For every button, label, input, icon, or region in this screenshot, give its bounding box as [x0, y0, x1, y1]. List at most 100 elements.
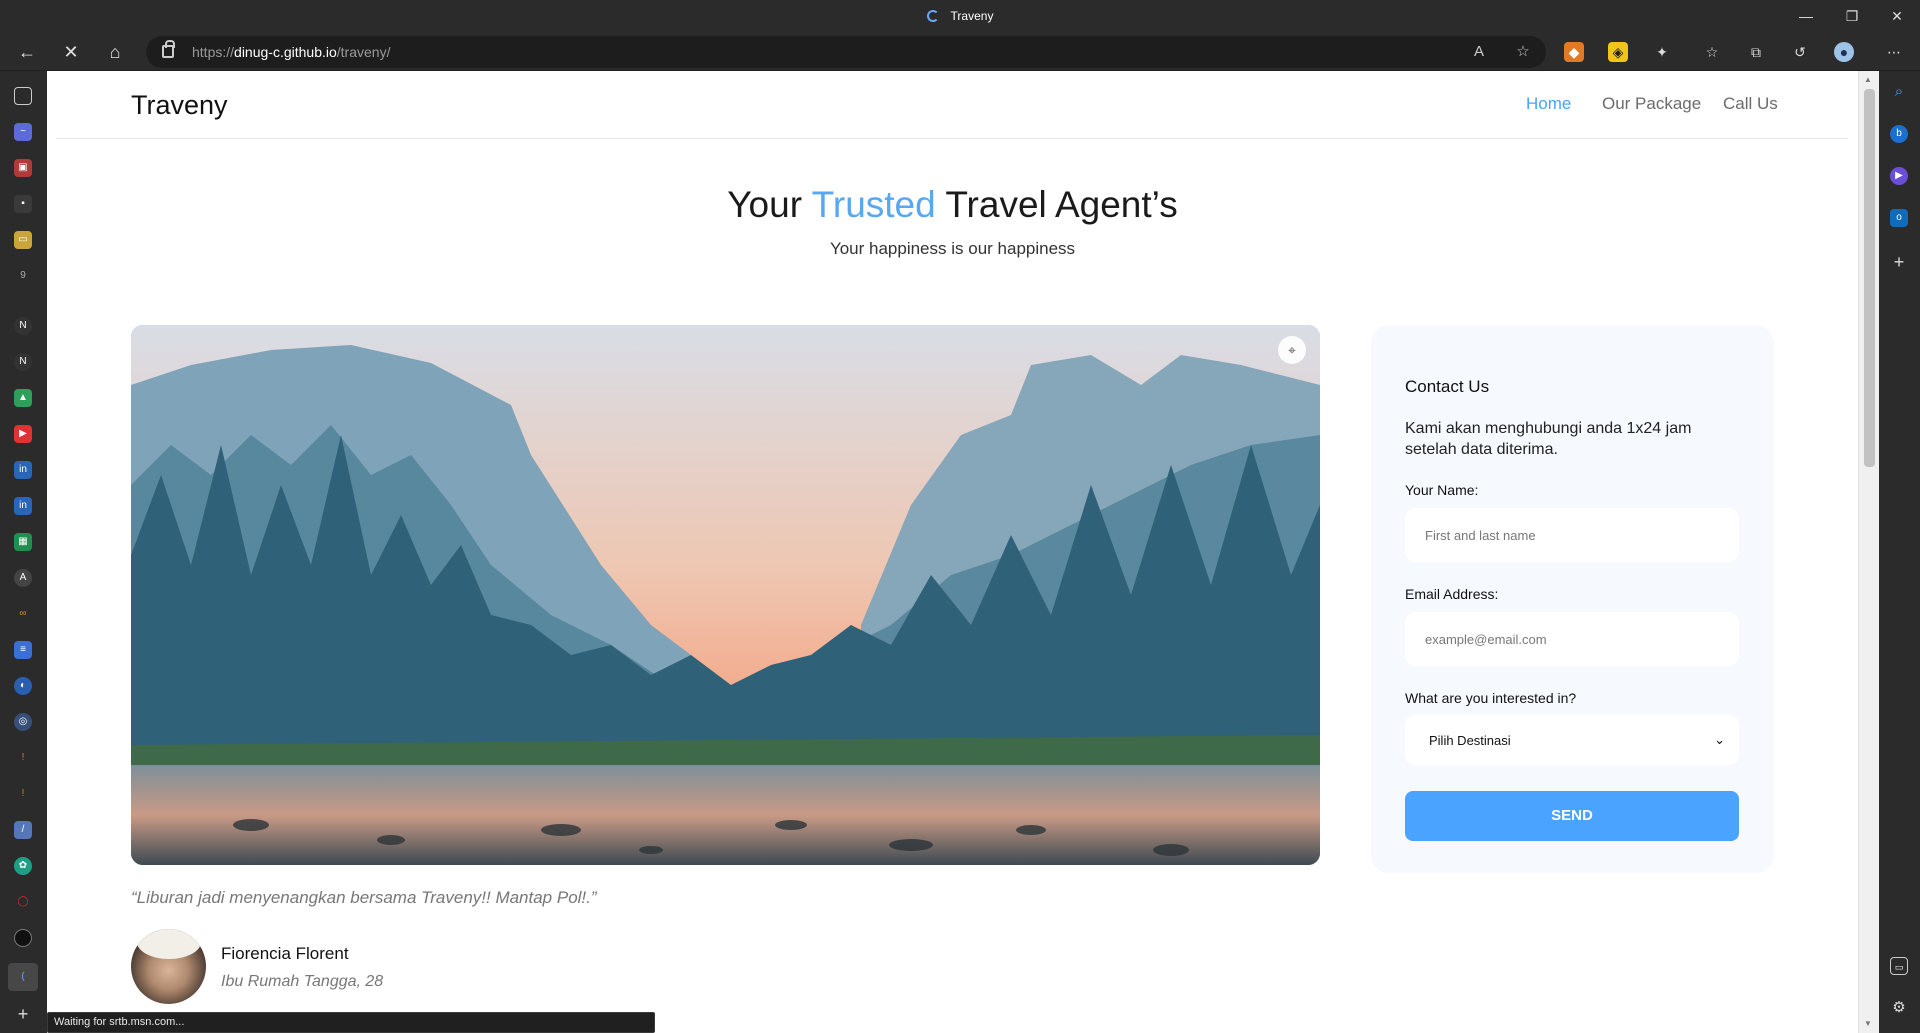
- linkedin-tab-icon[interactable]: in: [14, 461, 32, 479]
- contact-heading: Contact Us: [1405, 377, 1490, 396]
- google-drive-tab-icon[interactable]: ▲: [14, 389, 32, 407]
- favorites-icon[interactable]: ☆: [1702, 42, 1722, 62]
- url-text: https://dinug-c.github.io/traveny/: [192, 44, 390, 60]
- interest-label: What are you interested in?: [1405, 690, 1577, 706]
- tab-icon[interactable]: 9: [14, 267, 32, 285]
- tab-icon[interactable]: ◎: [14, 713, 32, 731]
- tab-icon[interactable]: N: [14, 317, 32, 335]
- site-navbar: Traveny Home Our Package Call Us: [56, 71, 1848, 139]
- tab-icon[interactable]: ▭: [14, 231, 32, 249]
- tab-icon[interactable]: /: [14, 821, 32, 839]
- lock-icon: [162, 40, 175, 58]
- browser-toolbar: ← ✕ ⌂ https://dinug-c.github.io/traveny/…: [0, 33, 1920, 71]
- binance-extension-icon[interactable]: ◈: [1608, 42, 1628, 62]
- url-path: /traveny/: [336, 44, 391, 60]
- browser-title-bar: Traveny — ❐ ✕: [0, 0, 1920, 33]
- testimonial-avatar: [131, 929, 206, 1004]
- search-icon[interactable]: ⌕: [1890, 83, 1908, 101]
- sidebar-layout-icon[interactable]: ▭: [1890, 957, 1908, 975]
- games-icon[interactable]: ▶: [1890, 167, 1908, 185]
- linkedin-tab-icon[interactable]: in: [14, 497, 32, 515]
- youtube-tab-icon[interactable]: ▶: [14, 425, 32, 443]
- chatgpt-tab-icon[interactable]: ✿: [14, 857, 32, 875]
- profile-avatar[interactable]: ●: [1834, 42, 1854, 62]
- favorite-add-icon[interactable]: ☆: [1514, 43, 1532, 61]
- docs-tab-icon[interactable]: ≡: [14, 641, 32, 659]
- name-label: Your Name:: [1405, 482, 1479, 498]
- gear-icon: ⚙: [1892, 999, 1906, 1016]
- name-placeholder: First and last name: [1425, 528, 1536, 543]
- tab-icon[interactable]: [14, 929, 32, 947]
- tab-icon[interactable]: N: [14, 353, 32, 371]
- web-page: Traveny Home Our Package Call Us Your Tr…: [47, 71, 1858, 1033]
- tab-actions-icon[interactable]: [14, 87, 32, 105]
- tab-icon[interactable]: A: [14, 569, 32, 587]
- tab-icon[interactable]: ~: [14, 123, 32, 141]
- hero-subtitle: Your happiness is our happiness: [829, 239, 1076, 258]
- plus-icon: +: [17, 1004, 29, 1024]
- scroll-down-icon[interactable]: ▼: [1864, 1019, 1872, 1028]
- extensions-icon[interactable]: ✦: [1652, 42, 1672, 62]
- tab-icon[interactable]: ∞: [14, 605, 32, 623]
- tab-icon[interactable]: ▣: [14, 159, 32, 177]
- visual-search-icon[interactable]: ⌖: [1278, 336, 1306, 364]
- close-window-button[interactable]: ✕: [1874, 0, 1920, 33]
- tab-icon[interactable]: ◐: [14, 677, 32, 695]
- add-sidebar-app-button[interactable]: +: [1890, 253, 1908, 271]
- testimonial-quote: “Liburan jadi menyenangkan bersama Trave…: [131, 888, 597, 907]
- nav-call-us-link[interactable]: Call Us: [1723, 94, 1778, 114]
- collections-icon[interactable]: ⧉: [1746, 42, 1766, 62]
- send-button[interactable]: SEND: [1405, 791, 1739, 841]
- url-scheme: https://: [192, 44, 235, 60]
- restore-button[interactable]: ❐: [1829, 0, 1875, 33]
- url-domain: dinug-c.github.io: [234, 44, 337, 60]
- active-tab-icon[interactable]: (: [8, 963, 38, 991]
- edge-sidebar: ⌕ b ▶ o + ▭ ⚙: [1879, 71, 1920, 1033]
- back-button[interactable]: ←: [14, 39, 40, 65]
- testimonial-role: Ibu Rumah Tangga, 28: [221, 973, 384, 990]
- contact-form-card: Contact Us Kami akan menghubungi anda 1x…: [1371, 325, 1774, 873]
- bing-chat-icon[interactable]: b: [1890, 125, 1908, 143]
- sidebar-settings-button[interactable]: ⚙: [1890, 999, 1908, 1017]
- minimize-button[interactable]: —: [1783, 0, 1829, 33]
- email-label: Email Address:: [1405, 586, 1499, 602]
- tab-icon[interactable]: ▪: [14, 195, 32, 213]
- outlook-icon[interactable]: o: [1890, 209, 1908, 227]
- scroll-up-icon[interactable]: ▲: [1864, 75, 1872, 84]
- home-button[interactable]: ⌂: [102, 39, 128, 65]
- tab-icon[interactable]: !: [14, 749, 32, 767]
- history-icon[interactable]: ↺: [1790, 42, 1810, 62]
- close-icon: ✕: [63, 42, 79, 62]
- chevron-down-icon: ⌄: [1714, 732, 1725, 747]
- more-options-button[interactable]: ⋯: [1884, 42, 1904, 62]
- email-input[interactable]: example@email.com: [1405, 612, 1739, 666]
- hero-title-start: Your: [727, 184, 812, 225]
- destination-select[interactable]: Pilih Destinasi ⌄: [1405, 715, 1739, 765]
- page-scrollbar[interactable]: ▲ ▼: [1858, 71, 1879, 1033]
- sheets-tab-icon[interactable]: ▦: [14, 533, 32, 551]
- destination-selected-value: Pilih Destinasi: [1429, 733, 1511, 748]
- tab-icon[interactable]: ◯: [14, 893, 32, 911]
- stop-button[interactable]: ✕: [58, 39, 84, 65]
- hero-title-highlight: Trusted: [811, 184, 936, 225]
- nav-home-link[interactable]: Home: [1526, 94, 1571, 114]
- contact-description: Kami akan menghubungi anda 1x24 jam sete…: [1405, 420, 1692, 458]
- metamask-extension-icon[interactable]: ◆: [1564, 42, 1584, 62]
- new-tab-button[interactable]: +: [14, 1005, 32, 1023]
- site-logo[interactable]: Traveny: [131, 90, 228, 121]
- landscape-illustration: [131, 325, 1320, 865]
- vertical-tabs-sidebar: ~ ▣ ▪ ▭ 9 N N ▲ ▶ in in ▦ A ∞ ≡ ◐ ◎ ! ! …: [0, 71, 47, 1033]
- status-bar: Waiting for srtb.msn.com...: [47, 1012, 655, 1033]
- home-icon: ⌂: [109, 42, 121, 62]
- nav-our-package-link[interactable]: Our Package: [1602, 94, 1701, 114]
- more-icon: ⋯: [1887, 44, 1901, 60]
- loading-icon: [926, 10, 939, 22]
- address-bar[interactable]: https://dinug-c.github.io/traveny/ A ☆: [146, 36, 1546, 68]
- scrollbar-thumb[interactable]: [1864, 89, 1875, 467]
- name-input[interactable]: First and last name: [1405, 508, 1739, 562]
- read-aloud-icon[interactable]: A: [1470, 43, 1488, 61]
- tab-icon[interactable]: !: [14, 785, 32, 803]
- back-icon: ←: [18, 42, 36, 62]
- email-placeholder: example@email.com: [1425, 632, 1547, 647]
- window-title: Traveny: [0, 9, 1920, 23]
